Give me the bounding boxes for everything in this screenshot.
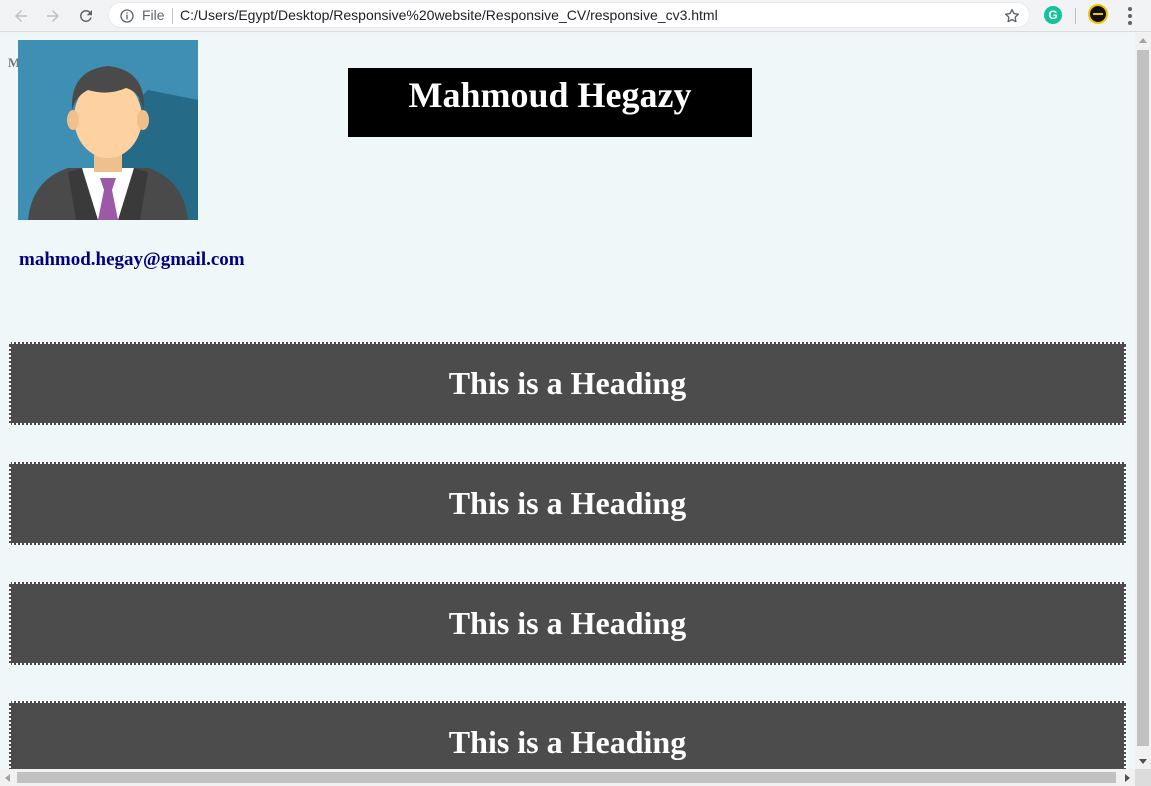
forward-button[interactable] (41, 4, 65, 28)
scroll-right-arrow-icon[interactable] (1125, 774, 1130, 782)
section-heading: This is a Heading (9, 342, 1126, 425)
section-heading-text: This is a Heading (448, 605, 687, 641)
scheme-label: File (142, 7, 165, 23)
name-title: Mahmoud Hegazy (408, 75, 692, 115)
horizontal-scrollbar[interactable] (0, 769, 1135, 786)
more-vert-icon[interactable] (1124, 6, 1136, 26)
browser-toolbar: File C:/Users/Egypt/Desktop/Responsive%2… (0, 0, 1151, 32)
section-heading-text: This is a Heading (448, 485, 687, 521)
arrow-right-icon (47, 10, 59, 22)
reload-icon (79, 9, 92, 22)
address-bar[interactable]: File C:/Users/Egypt/Desktop/Responsive%2… (108, 2, 1030, 28)
name-banner: Mahmoud Hegazy (348, 68, 752, 137)
vertical-scrollbar[interactable] (1135, 33, 1151, 769)
email-link[interactable]: mahmod.hegay@gmail.com (19, 249, 245, 271)
back-button[interactable] (9, 4, 33, 28)
page-viewport: M Mahmoud Hegazy mahmod.hegay@gmail.com … (0, 33, 1135, 769)
section-heading: This is a Heading (9, 701, 1126, 769)
scroll-left-arrow-icon[interactable] (5, 774, 10, 782)
profile-avatar-icon[interactable] (1088, 4, 1108, 24)
url-text[interactable]: C:/Users/Egypt/Desktop/Responsive%20webs… (180, 7, 718, 23)
vertical-scroll-thumb[interactable] (1137, 50, 1149, 746)
profile-photo (18, 40, 198, 220)
address-divider (172, 8, 173, 24)
star-icon[interactable] (1003, 7, 1021, 25)
info-icon[interactable] (119, 8, 135, 24)
section-heading-text: This is a Heading (448, 365, 687, 401)
scrollbar-corner (1135, 769, 1151, 786)
scroll-down-arrow-icon[interactable] (1139, 759, 1147, 764)
toolbar-divider (1075, 8, 1076, 24)
reload-button[interactable] (74, 4, 98, 28)
grammarly-icon[interactable]: G (1044, 6, 1062, 24)
section-heading: This is a Heading (9, 582, 1126, 665)
section-heading-text: This is a Heading (448, 724, 687, 760)
scroll-up-arrow-icon[interactable] (1139, 38, 1147, 43)
section-heading: This is a Heading (9, 462, 1126, 545)
horizontal-scroll-thumb[interactable] (17, 772, 1116, 783)
arrow-left-icon (15, 10, 27, 22)
